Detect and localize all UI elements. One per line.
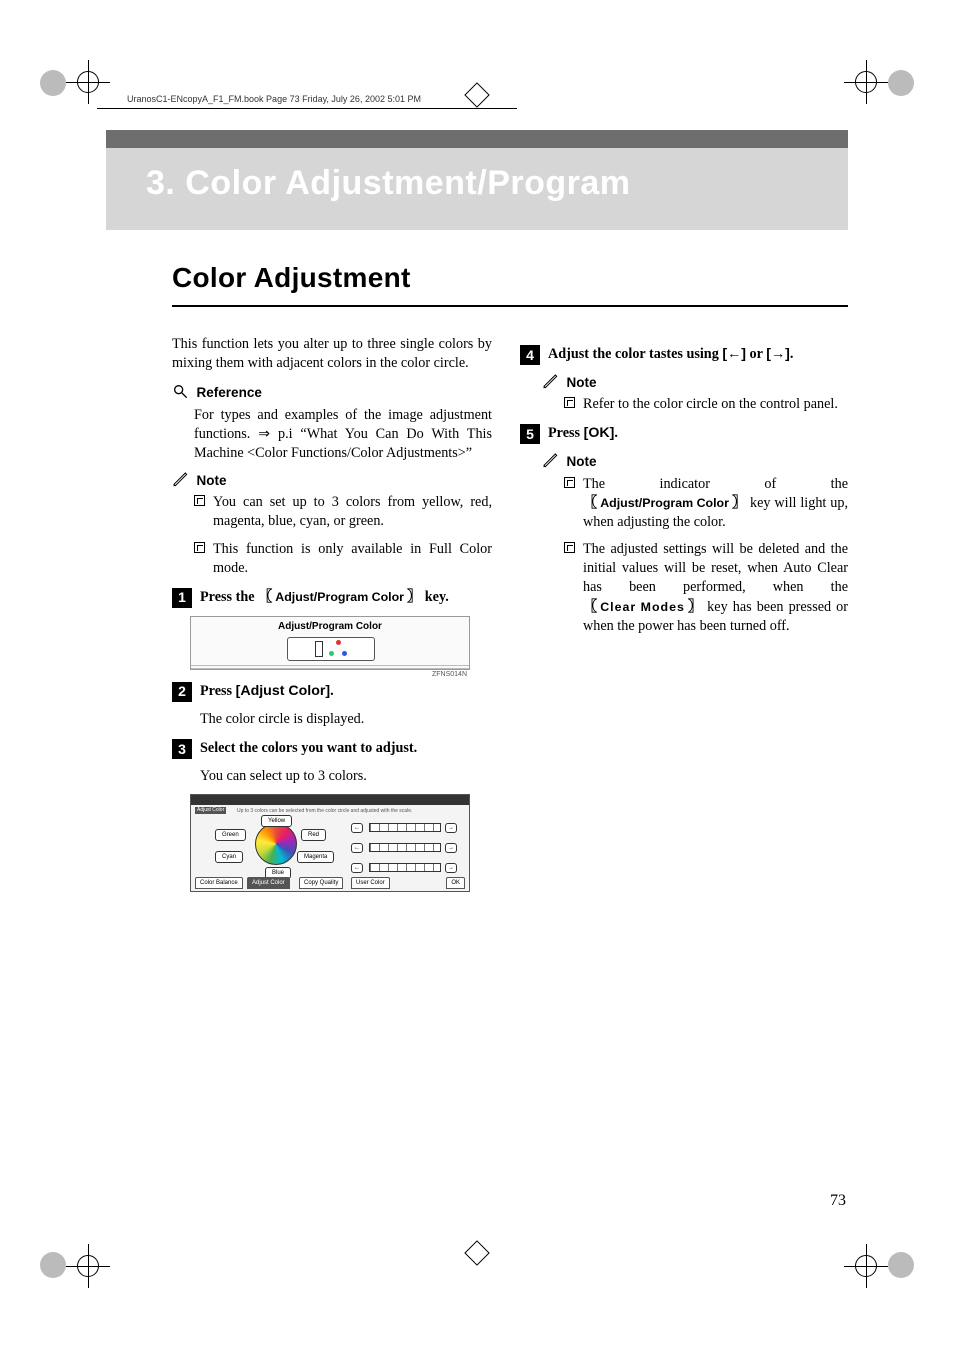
header-text: UranosC1-ENcopyA_F1_FM.book Page 73 Frid… (127, 94, 421, 104)
crop-mark (854, 70, 914, 130)
note-block: Note Refer to the color circle on the co… (542, 373, 848, 414)
tag-cyan: Cyan (215, 851, 243, 863)
panel-button (287, 637, 375, 661)
right-arrow-key: [→] (766, 345, 790, 364)
note-item: The indicator of the 〖Adjust/Program Col… (564, 475, 848, 533)
chapter-title: 3. Color Adjustment/Program (146, 164, 631, 203)
reference-label: Reference (197, 384, 262, 402)
step-number-icon: 1 (172, 588, 192, 608)
center-crop-mark (464, 82, 489, 107)
adjust-color-softkey: [Adjust Color] (236, 683, 331, 699)
note-label: Note (197, 472, 227, 490)
bullet-icon (194, 495, 205, 506)
section-title: Color Adjustment (172, 262, 872, 294)
tab-color-balance: Color Balance (195, 877, 243, 889)
bullet-icon (564, 477, 575, 488)
chapter-banner: 3. Color Adjustment/Program (106, 130, 848, 230)
running-header: UranosC1-ENcopyA_F1_FM.book Page 73 Frid… (97, 108, 517, 109)
note-item: You can set up to 3 colors from yellow, … (194, 493, 492, 531)
reference-block: Reference For types and examples of the … (172, 383, 492, 463)
note-icon (172, 471, 188, 493)
tab-copy-quality: Copy Quality (299, 877, 343, 889)
note-icon (542, 452, 558, 474)
step-4: 4 Adjust the color tastes using [←] or [… (520, 345, 848, 365)
shot-right-title: Up to 3 colors can be selected from the … (237, 808, 412, 815)
step-number-icon: 2 (172, 682, 192, 702)
step-number-icon: 5 (520, 424, 540, 444)
arrow-right-button: → (445, 843, 457, 853)
step-1: 1 Press the 〖Adjust/Program Color〗 key. (172, 588, 492, 608)
arrow-left-button: ← (351, 863, 363, 873)
adjust-program-color-key: 〖Adjust/Program Color〗 (258, 588, 421, 607)
step-2-sub: The color circle is displayed. (200, 710, 492, 729)
right-column: 4 Adjust the color tastes using [←] or [… (520, 335, 848, 644)
note-label: Note (567, 453, 597, 471)
section-rule (172, 305, 848, 307)
crop-mark (40, 70, 100, 130)
figure-id: ZFNS014N (432, 670, 467, 679)
step-3-sub: You can select up to 3 colors. (200, 767, 492, 786)
step-3: 3 Select the colors you want to adjust. (172, 739, 492, 759)
reference-icon (172, 383, 188, 405)
bullet-icon (564, 542, 575, 553)
arrow-left-button: ← (351, 843, 363, 853)
step-2: 2 Press [Adjust Color]. (172, 682, 492, 702)
ui-screenshot: Adjust Color Up to 3 colors can be selec… (190, 794, 470, 892)
adjust-program-color-key: 〖Adjust/Program Color〗 (583, 494, 746, 513)
tag-magenta: Magenta (297, 851, 334, 863)
panel-led-icon (315, 641, 323, 657)
color-wheel-icon (255, 823, 297, 865)
arrow-right-button: → (445, 863, 457, 873)
note-item: The adjusted settings will be deleted an… (564, 540, 848, 636)
clear-modes-key: 〖Clear Modes〗 (583, 598, 702, 617)
tab-adjust-color: Adjust Color (247, 877, 290, 889)
bullet-icon (194, 542, 205, 553)
note-label: Note (567, 374, 597, 392)
tag-yellow: Yellow (261, 815, 292, 827)
shot-left-title: Adjust Color (195, 807, 226, 814)
note-block: Note The indicator of the 〖Adjust/Progra… (542, 452, 848, 636)
tag-red: Red (301, 829, 326, 841)
crop-mark (854, 1218, 914, 1278)
ok-button: OK (446, 877, 465, 889)
crop-mark (40, 1218, 100, 1278)
left-column: This function lets you alter up to three… (172, 335, 492, 896)
tab-user-color: User Color (351, 877, 390, 889)
note-item: This function is only available in Full … (194, 540, 492, 578)
arrow-left-button: ← (351, 823, 363, 833)
left-arrow-key: [←] (722, 345, 746, 364)
page-number: 73 (830, 1192, 846, 1210)
note-block: Note You can set up to 3 colors from yel… (172, 471, 492, 578)
note-icon (542, 373, 558, 395)
tag-green: Green (215, 829, 246, 841)
step-5: 5 Press [OK]. (520, 424, 848, 444)
intro-text: This function lets you alter up to three… (172, 335, 492, 373)
note-item: Refer to the color circle on the control… (564, 395, 848, 414)
palette-icon (329, 640, 347, 658)
key-panel-illustration: Adjust/Program Color ZFNS014N (190, 616, 470, 670)
arrow-right-button: → (445, 823, 457, 833)
center-crop-mark (464, 1240, 489, 1265)
step-number-icon: 4 (520, 345, 540, 365)
reference-text: For types and examples of the image adju… (172, 406, 492, 464)
panel-label: Adjust/Program Color (278, 620, 382, 634)
step-number-icon: 3 (172, 739, 192, 759)
bullet-icon (564, 397, 575, 408)
ok-softkey: [OK] (584, 425, 615, 441)
